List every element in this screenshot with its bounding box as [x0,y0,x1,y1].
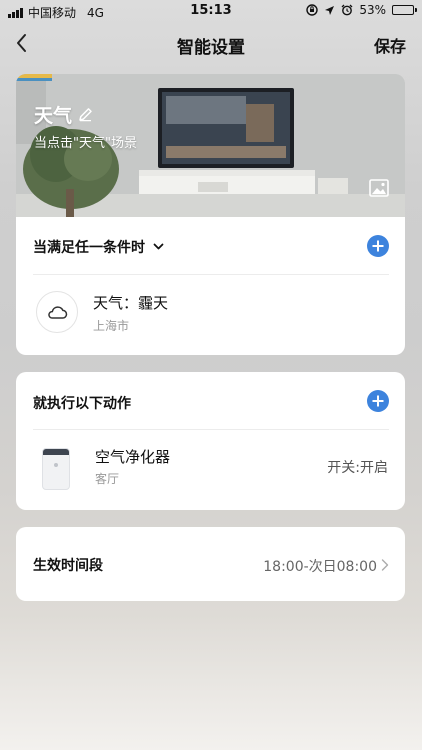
scene-title-text: 天气 [34,105,73,127]
condition-name: 天气：霾天 [93,294,169,312]
conditions-title-text: 当满足任一条件时 [33,240,145,256]
add-action-button[interactable] [367,390,389,412]
scene-title[interactable]: 天气 [34,101,93,128]
edit-icon[interactable] [78,107,93,122]
scene-subtitle: 当点击"天气"场景 [34,136,137,151]
effective-time-card[interactable]: 生效时间段 18:00-次日08:00 [16,527,405,601]
nav-bar: 智能设置 保存 [0,24,422,64]
battery-percent: 53% [359,3,386,17]
actions-header: 就执行以下动作 [16,372,405,430]
battery-icon [392,5,417,15]
conditions-title[interactable]: 当满足任一条件时 [33,237,164,257]
action-item[interactable]: 空气净化器 客厅 开关:开启 [16,430,405,510]
condition-location: 上海市 [93,319,130,333]
action-device-name: 空气净化器 [95,448,171,466]
action-state: 开关:开启 [327,460,388,476]
status-right: 53% [306,3,417,17]
location-icon [325,5,335,15]
scene-cover[interactable]: 天气 当点击"天气"场景 [16,74,405,217]
add-condition-button[interactable] [367,235,389,257]
alarm-icon [341,4,353,16]
save-button[interactable]: 保存 [374,33,406,57]
condition-card: 天气 当点击"天气"场景 当满足任一条件时 天气：霾天 上海市 [16,74,405,355]
effective-time-label: 生效时间段 [33,558,103,574]
status-bar: 中国移动 4G 15:13 53% [0,0,422,22]
page-title: 智能设置 [177,38,245,58]
conditions-section: 当满足任一条件时 天气：霾天 上海市 [16,217,405,355]
image-icon[interactable] [369,179,389,197]
effective-time-value: 18:00-次日08:00 [263,559,377,575]
action-card: 就执行以下动作 空气净化器 客厅 开关:开启 [16,372,405,510]
actions-title: 就执行以下动作 [33,396,131,412]
action-device-room: 客厅 [95,472,120,486]
air-purifier-icon [42,448,70,490]
chevron-down-icon[interactable] [153,243,164,251]
conditions-header[interactable]: 当满足任一条件时 [16,217,405,275]
screen-lock-icon [306,4,319,16]
chevron-right-icon [381,559,389,571]
condition-item[interactable]: 天气：霾天 上海市 [16,275,405,353]
cloud-icon [36,291,78,333]
